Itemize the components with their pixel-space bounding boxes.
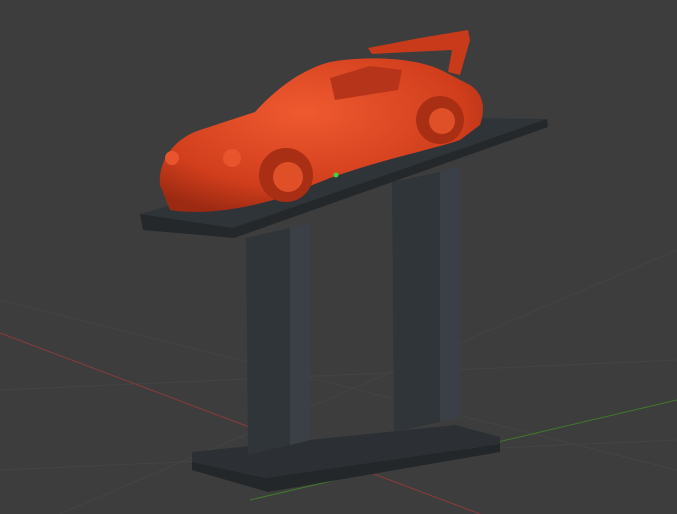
stand-front-pillar-front	[246, 228, 290, 455]
car-rear-wheel-hub	[429, 108, 455, 134]
3d-viewport[interactable]	[0, 0, 677, 514]
stand-rear-pillar-front	[392, 172, 440, 432]
origin-marker	[333, 172, 339, 178]
viewport-canvas[interactable]	[0, 0, 677, 514]
stand-front-pillar-side	[290, 222, 310, 445]
car-front-wheel-hub	[273, 162, 303, 192]
car-headlight	[223, 149, 241, 167]
car-headlight	[165, 151, 179, 165]
stand-rear-pillar-side	[440, 166, 460, 422]
